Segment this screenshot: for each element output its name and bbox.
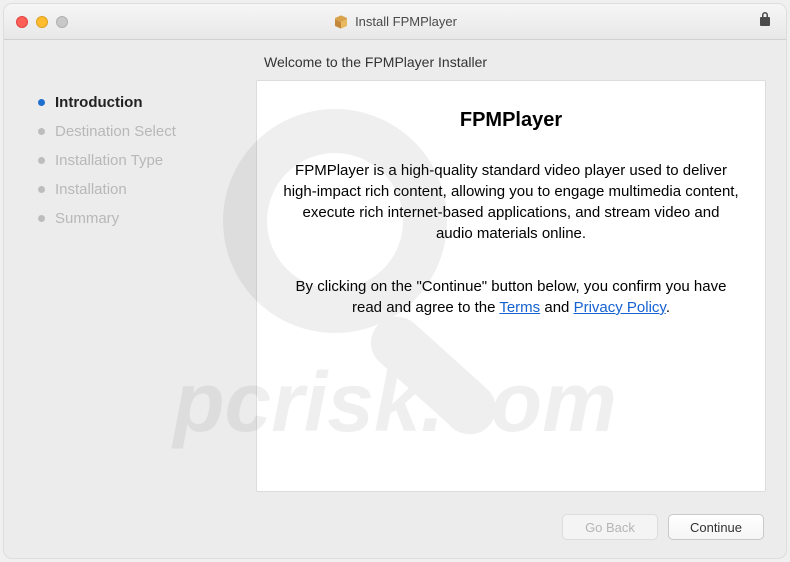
window-title: Install FPMPlayer: [355, 14, 457, 29]
continue-button[interactable]: Continue: [668, 514, 764, 540]
titlebar: Install FPMPlayer: [4, 4, 786, 40]
content-title: FPMPlayer: [277, 109, 745, 132]
package-icon: [333, 14, 349, 30]
close-button[interactable]: [16, 16, 28, 28]
sidebar-step-summary: Summary: [38, 204, 232, 233]
lock-icon: [758, 11, 772, 32]
footer: Go Back Continue: [4, 502, 786, 558]
step-label: Destination Select: [55, 123, 176, 140]
agree-text-post: .: [666, 299, 670, 316]
step-label: Summary: [55, 210, 119, 227]
step-dot-icon: [38, 186, 45, 193]
content-description: FPMPlayer is a high-quality standard vid…: [277, 160, 745, 244]
minimize-button[interactable]: [36, 16, 48, 28]
title-center: Install FPMPlayer: [4, 14, 786, 30]
content-agreement: By clicking on the "Continue" button bel…: [277, 276, 745, 318]
maximize-button: [56, 16, 68, 28]
welcome-heading: Welcome to the FPMPlayer Installer: [4, 40, 786, 80]
terms-link[interactable]: Terms: [499, 299, 540, 316]
sidebar-step-introduction: Introduction: [38, 88, 232, 117]
privacy-policy-link[interactable]: Privacy Policy: [574, 299, 666, 316]
sidebar: Introduction Destination Select Installa…: [28, 80, 238, 492]
body: Welcome to the FPMPlayer Installer Intro…: [4, 40, 786, 558]
sidebar-step-destination-select: Destination Select: [38, 117, 232, 146]
content-panel: FPMPlayer FPMPlayer is a high-quality st…: [256, 80, 766, 492]
step-dot-icon: [38, 157, 45, 164]
agree-text-mid: and: [540, 299, 573, 316]
sidebar-step-installation-type: Installation Type: [38, 146, 232, 175]
go-back-button: Go Back: [562, 514, 658, 540]
columns: Introduction Destination Select Installa…: [4, 80, 786, 502]
sidebar-step-installation: Installation: [38, 175, 232, 204]
traffic-lights: [16, 16, 68, 28]
step-dot-icon: [38, 215, 45, 222]
step-label: Introduction: [55, 94, 142, 111]
installer-window: Install FPMPlayer Welcome to the FPMPlay…: [4, 4, 786, 558]
step-label: Installation: [55, 181, 127, 198]
step-dot-icon: [38, 99, 45, 106]
step-label: Installation Type: [55, 152, 163, 169]
step-dot-icon: [38, 128, 45, 135]
